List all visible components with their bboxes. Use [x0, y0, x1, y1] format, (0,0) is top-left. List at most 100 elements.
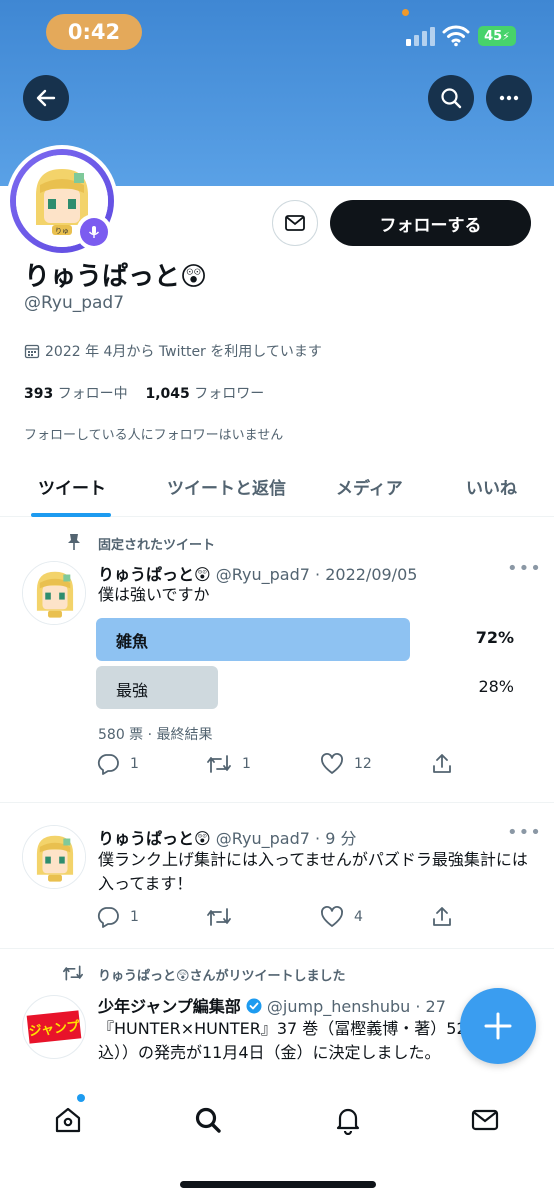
search-icon [441, 88, 462, 109]
calendar-icon [24, 344, 40, 359]
search-icon [195, 1107, 221, 1133]
wifi-icon [442, 25, 470, 47]
search-button[interactable] [428, 75, 474, 121]
mail-icon [285, 215, 305, 231]
message-button[interactable] [272, 200, 318, 246]
back-button[interactable] [23, 75, 69, 121]
tweet-more-icon[interactable]: ••• [507, 558, 542, 579]
reply-count: 1 [130, 909, 139, 925]
like-count: 12 [354, 756, 372, 772]
tweet-author-name[interactable]: りゅうぱっと [98, 829, 194, 848]
poll-meta: 580 票 · 最終結果 [98, 727, 213, 743]
name-emoji: 😲 [180, 262, 208, 292]
signal-icon [406, 27, 435, 46]
retweet-icon [207, 908, 231, 926]
home-icon [55, 1107, 81, 1133]
retweet-button[interactable]: 1 [206, 752, 251, 776]
retweet-button[interactable] [206, 905, 242, 929]
pin-icon [68, 534, 80, 550]
tab-media[interactable]: メディア [336, 474, 403, 499]
followers-label: フォロワー [194, 386, 265, 402]
svg-text:りゅ: りゅ [55, 227, 69, 235]
battery-indicator: 45 ⚡ [478, 26, 516, 46]
tweet-author-name[interactable]: りゅうぱっと [98, 565, 194, 584]
poll-option-percent: 72% [475, 628, 514, 647]
pinned-label: 固定されたツイート [98, 538, 216, 553]
reply-icon [97, 907, 119, 928]
follow-button[interactable]: フォローする [330, 200, 531, 246]
profile-tabs: ツイート ツイートと返信 メディア いいね [0, 460, 554, 517]
microphone-icon [88, 226, 100, 238]
tweet-handle-date: @jump_henshubu · 27 [266, 997, 446, 1016]
verified-icon [246, 998, 262, 1014]
nav-home[interactable] [48, 1100, 88, 1140]
poll-option-percent: 28% [478, 677, 514, 696]
tweet-divider [0, 948, 554, 949]
mail-icon [471, 1109, 499, 1131]
tweet-avatar[interactable]: ジャンプ [22, 995, 86, 1059]
tweet-author-name[interactable]: 少年ジャンプ編集部 [98, 997, 241, 1016]
retweet-context: りゅうぱっと😲さんがリツイートしました [98, 969, 346, 984]
author-emoji: 😲 [194, 829, 211, 848]
reply-icon [97, 754, 119, 775]
avatar-image [23, 562, 85, 624]
tab-tweets[interactable]: ツイート [38, 474, 106, 499]
tweet-text: 僕は強いですか [98, 585, 210, 604]
tab-likes[interactable]: いいね [466, 474, 517, 499]
nav-explore[interactable] [188, 1100, 228, 1140]
followers-you-know: フォローしている人にフォロワーはいません [24, 428, 284, 443]
display-name-text: りゅうぱっと [24, 262, 181, 292]
tweet-header: 少年ジャンプ編集部 @jump_henshubu · 27 [98, 993, 446, 1017]
like-button[interactable]: 12 [320, 752, 372, 776]
poll-option-label: 雑魚 [116, 632, 149, 651]
plus-icon [484, 1012, 512, 1040]
nav-notifications[interactable] [328, 1100, 368, 1140]
home-indicator [180, 1181, 376, 1188]
compose-tweet-button[interactable] [460, 988, 536, 1064]
battery-level: 45 [484, 28, 503, 44]
active-tab-indicator [31, 513, 111, 517]
reply-button[interactable]: 1 [96, 905, 139, 929]
like-button[interactable]: 4 [320, 905, 363, 929]
retweet-icon [207, 755, 231, 773]
status-bar: 0:42 45 ⚡ [0, 0, 554, 60]
tweet-avatar[interactable] [22, 561, 86, 625]
joined-date: 2022 年 4月から Twitter を利用しています [24, 341, 322, 361]
follow-counts: 393 フォロー中 1,045 フォロワー [24, 383, 264, 403]
like-count: 4 [354, 909, 363, 925]
tweet-text: 僕ランク上げ集計には入ってませんがパズドラ最強集計には入ってます！ [98, 850, 528, 893]
followers-link[interactable]: 1,045 フォロワー [146, 386, 265, 402]
share-button[interactable] [430, 905, 454, 929]
following-label: フォロー中 [57, 386, 128, 402]
more-icon [499, 95, 519, 101]
poll-option-label: 最強 [116, 681, 149, 700]
like-icon [321, 906, 343, 927]
tweet-handle-date: @Ryu_pad7 · 2022/09/05 [215, 565, 418, 584]
status-time: 0:42 [46, 14, 142, 50]
tweet-header: りゅうぱっと😲 @Ryu_pad7 · 9 分 [98, 825, 356, 849]
more-button[interactable] [486, 75, 532, 121]
author-emoji: 😲 [194, 565, 211, 584]
tweet-actions: 1 4 [96, 905, 466, 933]
tweet-header: りゅうぱっと😲 @Ryu_pad7 · 2022/09/05 [98, 561, 417, 585]
poll-bar [96, 666, 218, 709]
followers-count: 1,045 [145, 386, 190, 402]
following-link[interactable]: 393 フォロー中 [24, 386, 128, 402]
share-icon [433, 907, 451, 926]
privacy-indicator-dot [402, 9, 409, 16]
profile-handle: @Ryu_pad7 [24, 293, 125, 313]
reply-button[interactable]: 1 [96, 752, 139, 776]
retweet-count: 1 [242, 756, 251, 772]
following-count: 393 [24, 386, 54, 402]
reply-count: 1 [130, 756, 139, 772]
like-icon [321, 753, 343, 774]
tweet-avatar[interactable] [22, 825, 86, 889]
nav-messages[interactable] [465, 1100, 505, 1140]
tab-tweets-and-replies[interactable]: ツイートと返信 [167, 474, 286, 499]
tweet-more-icon[interactable]: ••• [507, 822, 542, 843]
bell-icon [336, 1108, 360, 1135]
avatar-image [23, 826, 85, 888]
home-unread-dot [77, 1094, 85, 1102]
spaces-badge[interactable] [76, 214, 112, 250]
share-button[interactable] [430, 752, 454, 776]
